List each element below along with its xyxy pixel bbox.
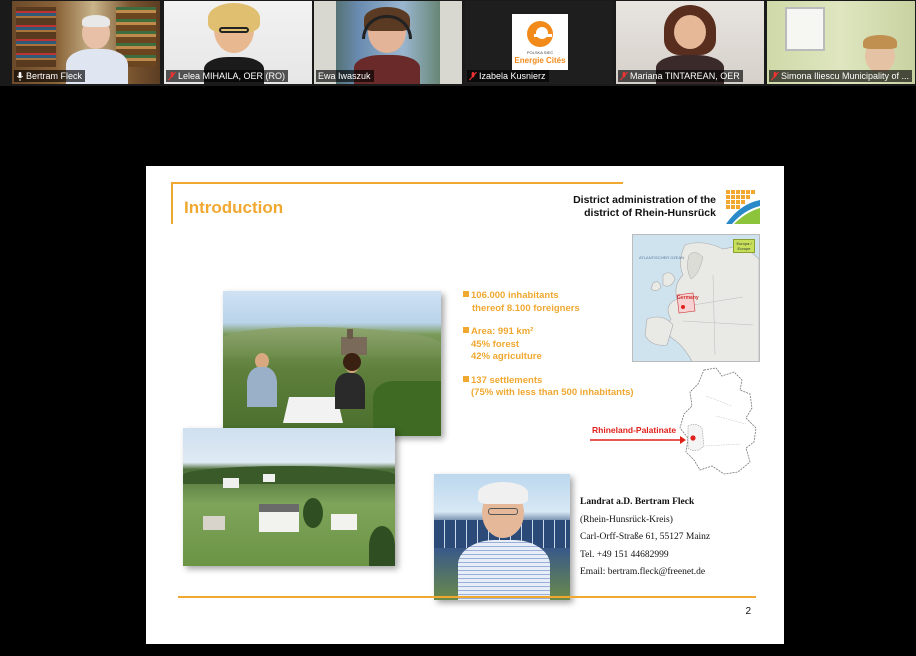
shared-presentation-slide: Introduction District administration of … bbox=[146, 166, 784, 644]
participant-tile-5[interactable]: Mariana TINTAREAN, OER bbox=[616, 1, 764, 84]
participant-name-bar: Bertram Fleck bbox=[14, 70, 86, 82]
bullet-square-icon bbox=[463, 375, 469, 382]
organization-logo: POLSKA SIEĆ Energie Cités bbox=[512, 14, 568, 70]
contact-details: Landrat a.D. Bertram Fleck (Rhein-Hunsrü… bbox=[580, 494, 710, 582]
participant-name: Mariana TINTAREAN, OER bbox=[630, 71, 740, 81]
fact-main: 106.000 inhabitants bbox=[471, 290, 559, 301]
slide-title: Introduction bbox=[184, 198, 284, 217]
meeting-window: Bertram Fleck Lelea MIHAILA, OER (RO) Ew… bbox=[0, 0, 916, 656]
fact-inhabitants: 106.000 inhabitants thereof 8.100 foreig… bbox=[463, 290, 634, 315]
participant-name-bar: Mariana TINTAREAN, OER bbox=[618, 70, 743, 82]
district-facts-list: 106.000 inhabitants thereof 8.100 foreig… bbox=[463, 290, 634, 411]
participant-name: Izabela Kusnierz bbox=[479, 71, 546, 81]
contact-phone: Tel. +49 151 44682999 bbox=[580, 549, 669, 560]
germany-outline-map-icon bbox=[679, 367, 757, 475]
bullet-square-icon bbox=[463, 291, 469, 297]
participant-tile-2[interactable]: Lelea MIHAILA, OER (RO) bbox=[164, 1, 312, 84]
contact-name: Landrat a.D. Bertram Fleck bbox=[580, 497, 695, 507]
participant-name: Bertram Fleck bbox=[26, 71, 83, 81]
participant-name: Simona Iliescu Municipality of ... bbox=[781, 71, 910, 81]
europe-tag: Europa / Europe bbox=[733, 239, 755, 253]
mic-muted-icon bbox=[168, 71, 176, 80]
contact-address: Carl-Orff-Straße 61, 55127 Mainz bbox=[580, 532, 711, 543]
participant-name: Ewa Iwaszuk bbox=[318, 71, 371, 81]
speaker-portrait-photo bbox=[434, 474, 570, 600]
arrow-right-icon bbox=[590, 436, 686, 444]
district-line-1: District administration of the bbox=[573, 194, 716, 206]
footer-divider bbox=[178, 596, 756, 598]
participant-name-bar: Simona Iliescu Municipality of ... bbox=[769, 70, 913, 82]
participant-strip: Bertram Fleck Lelea MIHAILA, OER (RO) Ew… bbox=[0, 0, 916, 86]
fact-sub: thereof 8.100 foreigners bbox=[472, 302, 580, 314]
rhineland-palatinate-label: Rhineland-Palatinate bbox=[592, 425, 677, 435]
contact-district: (Rhein-Hunsrück-Kreis) bbox=[580, 514, 673, 525]
participant-tile-4[interactable]: POLSKA SIEĆ Energie Cités Izabela Kusnie… bbox=[465, 1, 613, 84]
mic-muted-icon bbox=[469, 71, 477, 80]
participant-name-bar: Ewa Iwaszuk bbox=[316, 70, 374, 82]
mic-muted-icon bbox=[620, 71, 628, 80]
mic-muted-icon bbox=[771, 71, 779, 80]
bullet-square-icon bbox=[463, 327, 469, 333]
village-landscape-photo bbox=[183, 428, 395, 566]
participant-tile-1[interactable]: Bertram Fleck bbox=[12, 1, 160, 84]
district-line-2: district of Rhein-Hunsrück bbox=[584, 207, 716, 219]
fact-sub: 42% agriculture bbox=[471, 351, 542, 362]
fact-main: 137 settlements bbox=[471, 374, 543, 386]
mic-on-icon bbox=[16, 71, 24, 81]
fact-settlements: 137 settlements (75% with less than 500 … bbox=[463, 375, 634, 400]
sea-label: ATLANTISCHER OZEAN bbox=[639, 255, 685, 260]
germany-map-label: Germany bbox=[677, 295, 699, 301]
logo-text: Energie Cités bbox=[514, 56, 566, 65]
participant-tile-6[interactable]: Simona Iliescu Municipality of ... bbox=[767, 1, 915, 84]
europe-map: ATLANTISCHER OZEAN Germany Europa / Euro… bbox=[632, 234, 760, 362]
participant-name: Lelea MIHAILA, OER (RO) bbox=[178, 71, 286, 81]
participant-name-bar: Izabela Kusnierz bbox=[467, 70, 549, 82]
logo-text-small: POLSKA SIEĆ bbox=[526, 50, 554, 55]
district-heading: District administration of the district … bbox=[573, 194, 716, 220]
vineyard-dining-photo bbox=[223, 291, 441, 436]
fact-main: Area: 991 km² bbox=[471, 326, 534, 337]
contact-email: Email: bertram.fleck@freenet.de bbox=[580, 567, 706, 578]
fact-sub: 45% forest bbox=[471, 338, 520, 350]
fact-sub: (75% with less than 500 inhabitants) bbox=[471, 387, 634, 398]
fact-area: Area: 991 km² 45% forest 42% agriculture bbox=[463, 326, 634, 364]
participant-name-bar: Lelea MIHAILA, OER (RO) bbox=[166, 70, 289, 82]
participant-tile-3[interactable]: Ewa Iwaszuk bbox=[314, 1, 462, 84]
slide-page-number: 2 bbox=[745, 606, 751, 617]
district-coat-of-arms-icon bbox=[726, 190, 760, 224]
